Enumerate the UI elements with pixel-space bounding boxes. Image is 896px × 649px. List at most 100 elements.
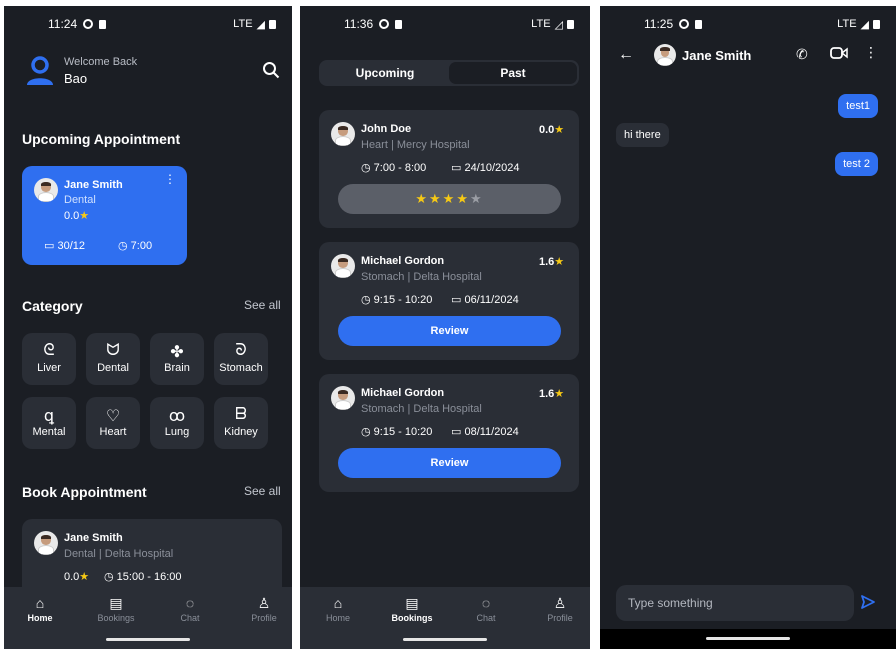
category-label: Liver	[37, 362, 61, 374]
doctor-detail: Stomach | Delta Hospital	[361, 271, 482, 283]
appointment-time: ◷ 9:15 - 10:20	[361, 426, 433, 438]
review-button[interactable]: Review	[338, 316, 561, 346]
rating-stars[interactable]: ★★★★★	[338, 184, 561, 214]
see-all-book-link[interactable]: See all	[244, 484, 281, 498]
sync-icon	[679, 19, 690, 29]
doctor-name: Jane Smith	[64, 532, 123, 544]
user-avatar-icon[interactable]	[24, 54, 56, 86]
doctor-rating: 0.0★	[64, 210, 90, 222]
doctor-detail: Stomach | Delta Hospital	[361, 403, 482, 415]
doctor-avatar	[34, 178, 58, 202]
kidney-icon: ᗷ	[235, 406, 247, 423]
status-time: 11:24	[48, 17, 78, 31]
doctor-rating: 0.0★	[539, 124, 565, 136]
section-title-book: Book Appointment	[22, 484, 147, 500]
category-kidney[interactable]: ᗷ Kidney	[214, 397, 268, 449]
message-sent: test 2	[835, 152, 878, 176]
category-label: Dental	[97, 362, 129, 374]
bookings-tab-bar: Upcoming Past	[319, 60, 579, 86]
bottom-navigation: ⌂ Home ▤ Bookings ◌ Chat ♙ Profile	[4, 587, 292, 649]
review-button[interactable]: Review	[338, 448, 561, 478]
star-icon[interactable]: ★	[415, 191, 429, 206]
star-empty-icon[interactable]: ★	[470, 191, 484, 206]
mental-icon: ꝗ	[43, 408, 55, 425]
star-icon[interactable]: ★	[456, 191, 470, 206]
nav-home[interactable]: ⌂ Home	[308, 595, 368, 623]
star-icon[interactable]: ★	[429, 191, 443, 206]
chat-screen: 11:25 LTE ◢ ← Jane Smith ✆ ⋮ test1 hi the…	[600, 6, 896, 649]
doctor-avatar	[331, 122, 355, 146]
nav-bookings[interactable]: ▤ Bookings	[382, 595, 442, 623]
star-icon[interactable]: ★	[443, 191, 457, 206]
appointment-date: ▭ 24/10/2024	[451, 162, 520, 174]
nav-chat[interactable]: ◌ Chat	[160, 595, 220, 623]
nav-profile[interactable]: ♙ Profile	[530, 595, 590, 623]
booking-card[interactable]: Michael Gordon Stomach | Delta Hospital …	[319, 242, 579, 360]
document-icon: ▤	[109, 595, 123, 611]
nav-home[interactable]: ⌂ Home	[10, 595, 70, 623]
doctor-rating: 0.0★	[64, 571, 90, 583]
doctor-name: John Doe	[361, 123, 412, 135]
send-icon[interactable]	[860, 594, 876, 615]
bottom-navigation: ⌂ Home ▤ Bookings ◌ Chat ♙ Profile	[300, 587, 590, 649]
signal-icon: ◢	[860, 18, 869, 31]
category-stomach[interactable]: ᘐ Stomach	[214, 333, 268, 385]
status-bar: 11:36 LTE ◿	[300, 6, 590, 42]
gesture-area	[600, 629, 896, 649]
back-arrow-icon[interactable]: ←	[618, 46, 634, 64]
category-liver[interactable]: ᘓ Liver	[22, 333, 76, 385]
lung-icon: ꝏ	[168, 408, 186, 425]
message-sent: test1	[838, 94, 878, 118]
contact-name: Jane Smith	[682, 48, 752, 63]
message-input[interactable]: Type something	[616, 585, 854, 621]
sim-icon	[395, 19, 403, 29]
phone-icon[interactable]: ✆	[796, 46, 808, 63]
tab-upcoming[interactable]: Upcoming	[321, 62, 449, 84]
star-icon: ★	[554, 124, 565, 136]
category-mental[interactable]: ꝗ Mental	[22, 397, 76, 449]
category-label: Lung	[164, 426, 190, 438]
category-dental[interactable]: ᗢ Dental	[86, 333, 140, 385]
upcoming-appointment-card[interactable]: Jane Smith Dental 0.0★ ⋮ ▭ 30/12 ◷ 7:00	[22, 166, 187, 265]
more-vertical-icon[interactable]: ⋮	[164, 173, 176, 185]
status-time: 11:36	[344, 17, 374, 31]
nav-bookings[interactable]: ▤ Bookings	[86, 595, 146, 623]
calendar-icon: ▭	[451, 426, 462, 438]
category-heart[interactable]: ♡ Heart	[86, 397, 140, 449]
video-call-icon[interactable]	[830, 46, 848, 65]
battery-icon	[873, 19, 880, 29]
network-label: LTE	[531, 18, 551, 30]
appointment-time: ◷ 15:00 - 16:00	[104, 571, 182, 583]
nav-chat[interactable]: ◌ Chat	[456, 595, 516, 623]
welcome-text: Welcome Back	[64, 56, 138, 68]
tab-past[interactable]: Past	[449, 62, 577, 84]
doctor-rating: 1.6★	[539, 388, 565, 400]
category-label: Stomach	[219, 362, 263, 374]
status-time: 11:25	[644, 17, 674, 31]
home-icon: ⌂	[35, 595, 45, 611]
star-icon: ★	[79, 571, 90, 583]
chat-icon: ◌	[185, 595, 195, 611]
calendar-icon: ▭	[451, 162, 462, 174]
more-vertical-icon[interactable]: ⋮	[864, 44, 878, 61]
category-brain[interactable]: ✤ Brain	[150, 333, 204, 385]
booking-card[interactable]: Michael Gordon Stomach | Delta Hospital …	[319, 374, 579, 492]
category-lung[interactable]: ꝏ Lung	[150, 397, 204, 449]
doctor-rating: 1.6★	[539, 256, 565, 268]
category-label: Brain	[164, 362, 190, 374]
bookings-screen: 11:36 LTE ◿ Upcoming Past John Doe Heart …	[300, 6, 590, 649]
home-icon: ⌂	[333, 595, 343, 611]
category-label: Mental	[32, 426, 66, 438]
see-all-category-link[interactable]: See all	[244, 298, 281, 312]
nav-profile[interactable]: ♙ Profile	[234, 595, 292, 623]
star-icon: ★	[554, 256, 565, 268]
search-icon[interactable]	[262, 61, 280, 84]
tooth-icon: ᗢ	[106, 342, 120, 359]
star-icon: ★	[79, 210, 90, 222]
booking-card[interactable]: John Doe Heart | Mercy Hospital 0.0★ ◷ 7…	[319, 110, 579, 228]
sync-icon	[83, 19, 94, 29]
gesture-bar	[106, 638, 190, 641]
doctor-avatar	[331, 386, 355, 410]
doctor-name: Michael Gordon	[361, 387, 445, 399]
message-received: hi there	[616, 123, 669, 147]
